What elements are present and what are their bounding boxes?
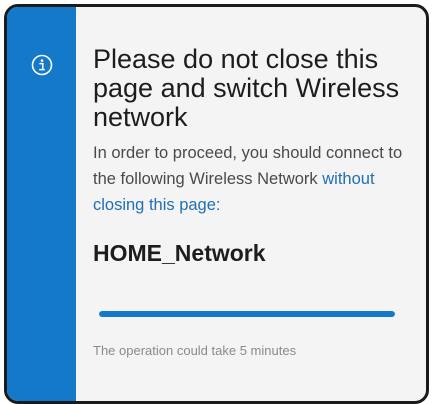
progress-bar xyxy=(99,311,395,317)
progress-fill xyxy=(99,311,395,317)
duration-note: The operation could take 5 minutes xyxy=(93,343,297,358)
info-icon xyxy=(31,54,53,76)
dialog-description: In order to proceed, you should connect … xyxy=(93,140,423,218)
dialog-content: Please do not close this page and switch… xyxy=(93,45,423,218)
sidebar-accent xyxy=(7,7,76,401)
network-name: HOME_Network xyxy=(93,240,266,266)
dialog-frame: Please do not close this page and switch… xyxy=(4,4,429,404)
dialog-title: Please do not close this page and switch… xyxy=(93,44,400,132)
